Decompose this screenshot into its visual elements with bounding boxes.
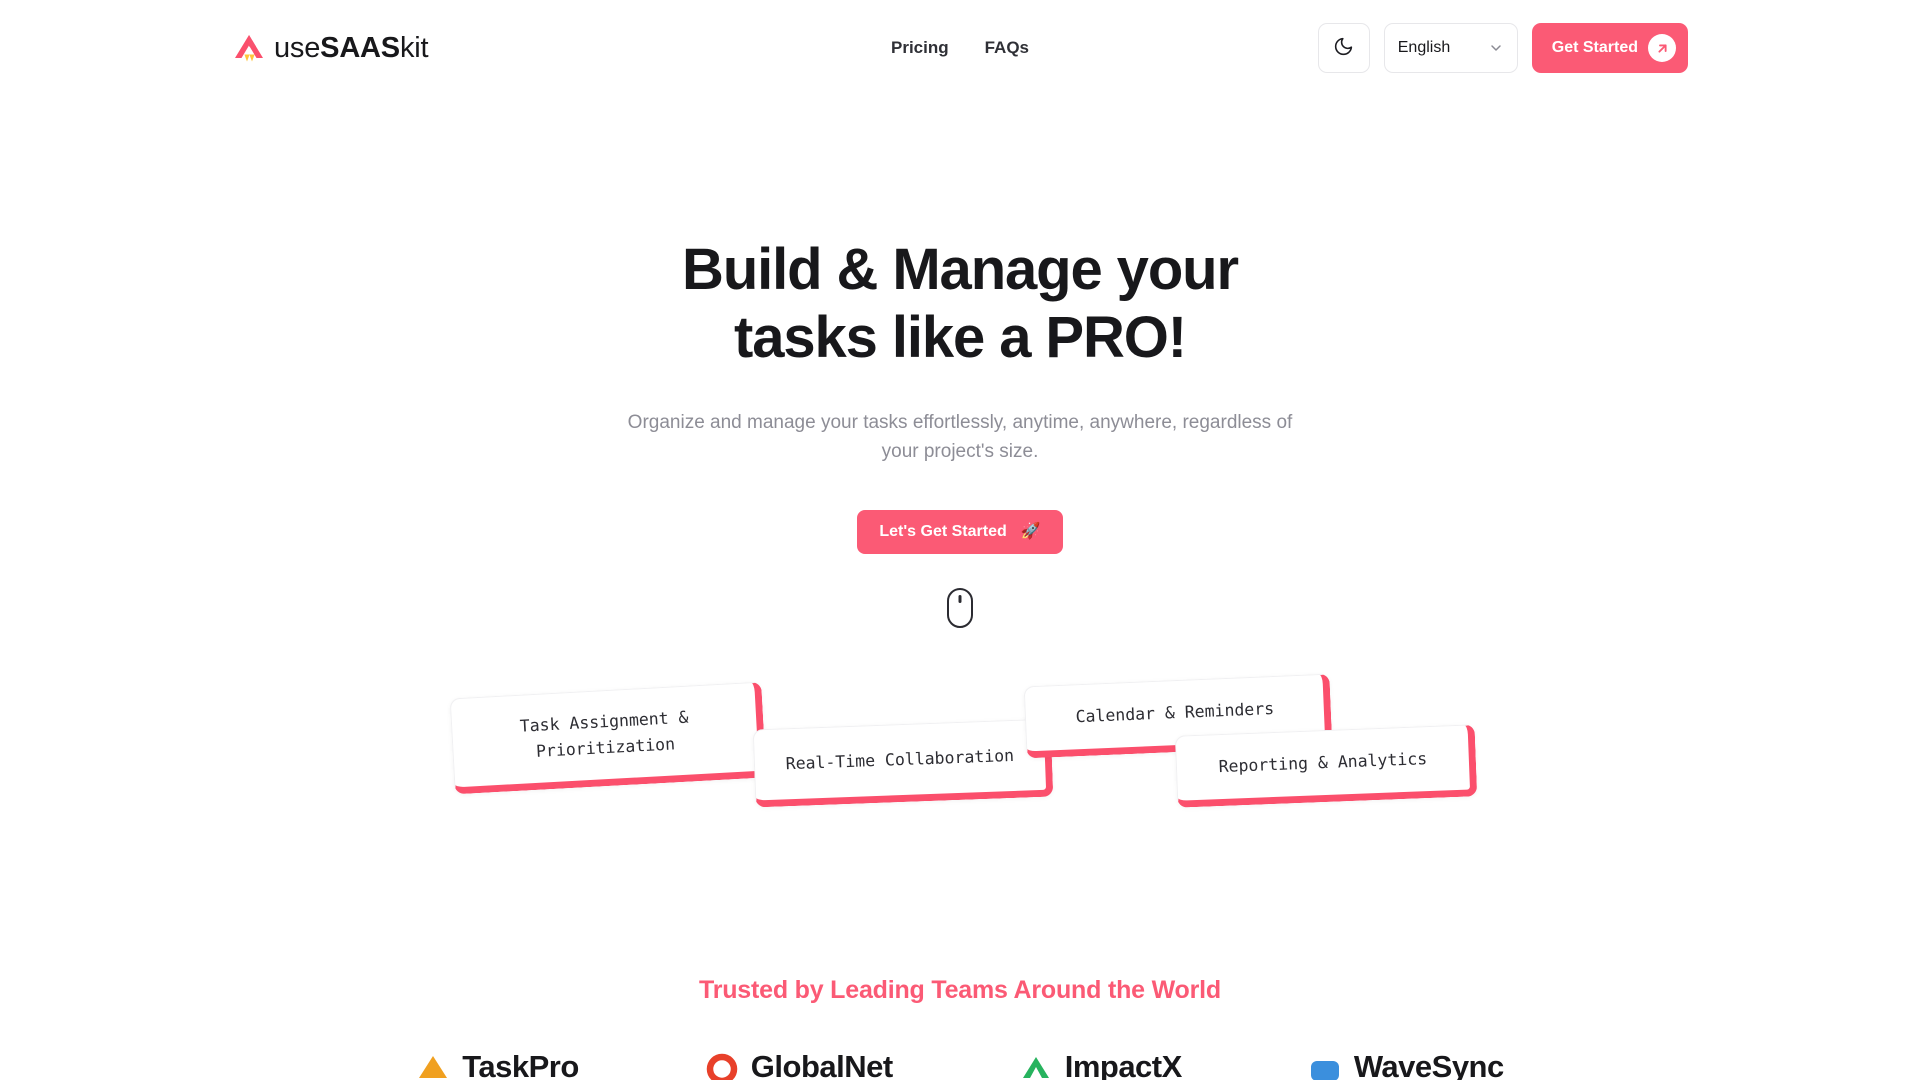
brand-name-light: use [274,31,321,64]
red-circle-icon [705,1050,739,1080]
brand-logo[interactable]: useSAASkit [232,31,429,65]
language-select-value: English [1397,39,1451,56]
site-header: useSAASkit Pricing FAQs English Get Star… [0,0,1920,96]
partner-logo-name: WaveSync [1353,1048,1504,1080]
main-nav: Pricing FAQs [891,38,1029,58]
partner-logo-name: ImpactX [1064,1048,1183,1080]
mouse-scroll-icon[interactable] [947,587,973,628]
brand-name-bold: SAAS [320,31,400,64]
header-actions: English Get Started [1317,23,1688,73]
lets-get-started-button[interactable]: Let's Get Started 🚀 [857,509,1063,554]
arrow-up-right-icon [1648,34,1676,62]
partner-logo-row: TaskPro GlobalNet ImpactX WaveSync [0,1049,1920,1080]
hero-subtitle: Organize and manage your tasks effortles… [627,411,1293,463]
feature-card[interactable]: Reporting & Analytics [1174,723,1478,808]
partner-logo: WaveSync [1308,1049,1504,1080]
hero-title-line-1: Build & Manage your [682,237,1239,302]
nav-link-pricing[interactable]: Pricing [891,38,949,58]
brand-name: useSAASkit [274,31,429,65]
get-started-button[interactable]: Get Started [1531,23,1688,73]
hero-section: Build & Manage your tasks like a PRO! Or… [0,96,1920,880]
hero-cta-wrapper: Let's Get Started 🚀 [0,509,1920,554]
partner-logo: TaskPro [416,1049,579,1080]
partner-logo-name: TaskPro [462,1048,579,1080]
partner-logo-name: GlobalNet [750,1048,893,1080]
chevron-down-icon [1488,40,1504,56]
feature-card[interactable]: Real-Time Collaboration [752,718,1054,808]
hero-title-line-2: tasks like a PRO! [734,304,1187,370]
brand-name-tail: kit [399,31,429,64]
partner-logo: GlobalNet [705,1049,893,1080]
trusted-section: Trusted by Leading Teams Around the Worl… [0,976,1920,1080]
green-chevron-icon [1019,1050,1053,1080]
rocket-icon: 🚀 [1020,522,1041,540]
feature-cards: Task Assignment & Prioritization Real-Ti… [0,673,1920,880]
feature-card[interactable]: Task Assignment & Prioritization [449,681,767,794]
trusted-title: Trusted by Leading Teams Around the Worl… [699,975,1221,1004]
usesaaskit-logo-icon [232,31,266,65]
page-title: Build & Manage your tasks like a PRO! [580,236,1340,372]
theme-toggle-button[interactable] [1317,23,1370,73]
orange-triangle-icon [416,1050,450,1080]
get-started-label: Get Started [1551,39,1638,56]
blue-rounded-square-icon [1308,1050,1342,1080]
nav-link-faqs[interactable]: FAQs [985,38,1029,58]
lets-get-started-label: Let's Get Started [879,522,1007,540]
language-select[interactable]: English [1383,23,1518,73]
partner-logo: ImpactX [1019,1049,1182,1080]
moon-icon [1333,36,1354,60]
